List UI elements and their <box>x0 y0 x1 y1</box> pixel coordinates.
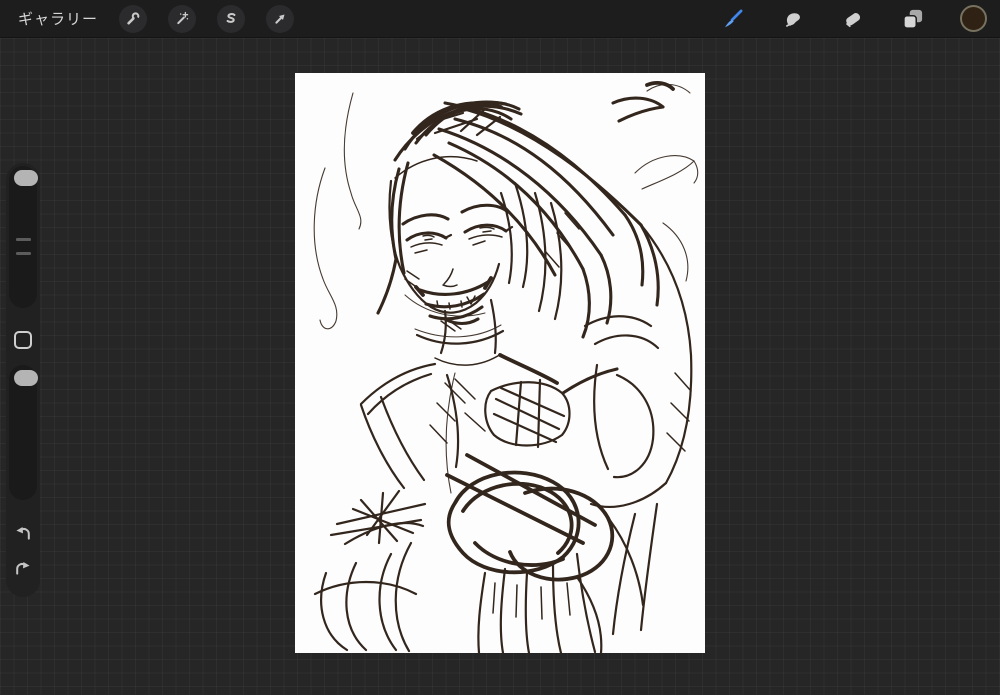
selection-button[interactable] <box>217 4 246 33</box>
brush-tool-button[interactable] <box>720 6 746 32</box>
app-window: ギャラリー <box>0 0 1000 695</box>
brush-icon <box>720 6 746 32</box>
eraser-tool-button[interactable] <box>840 6 866 32</box>
layers-button[interactable] <box>900 6 926 32</box>
actions-button[interactable] <box>119 4 148 33</box>
layers-icon <box>900 6 926 32</box>
opacity-handle[interactable] <box>14 370 38 386</box>
arrow-cursor-icon <box>271 10 289 28</box>
magic-wand-icon <box>173 10 191 28</box>
smudge-tool-button[interactable] <box>780 6 806 32</box>
brush-size-slider[interactable] <box>9 166 38 308</box>
redo-button[interactable] <box>13 558 33 578</box>
redo-arrow-icon <box>13 558 33 578</box>
undo-arrow-icon <box>13 523 33 543</box>
brush-size-handle[interactable] <box>14 170 38 186</box>
slider-tick <box>16 238 31 241</box>
wrench-icon <box>124 10 142 28</box>
modify-button[interactable] <box>14 331 32 349</box>
color-swatch-button[interactable] <box>960 5 987 32</box>
smudge-finger-icon <box>780 6 806 32</box>
opacity-slider[interactable] <box>9 365 38 500</box>
drawing-canvas[interactable] <box>295 73 705 653</box>
undo-button[interactable] <box>13 523 33 543</box>
brush-sidebar <box>6 163 40 597</box>
slider-tick <box>16 252 31 255</box>
paint-tool-group <box>720 5 1000 32</box>
top-toolbar: ギャラリー <box>0 0 1000 38</box>
eraser-icon <box>840 6 866 32</box>
adjustments-button[interactable] <box>168 4 197 33</box>
s-selection-icon <box>222 10 240 28</box>
sketch-artwork <box>313 81 699 653</box>
transform-button[interactable] <box>266 4 295 33</box>
gallery-button[interactable]: ギャラリー <box>18 8 98 29</box>
